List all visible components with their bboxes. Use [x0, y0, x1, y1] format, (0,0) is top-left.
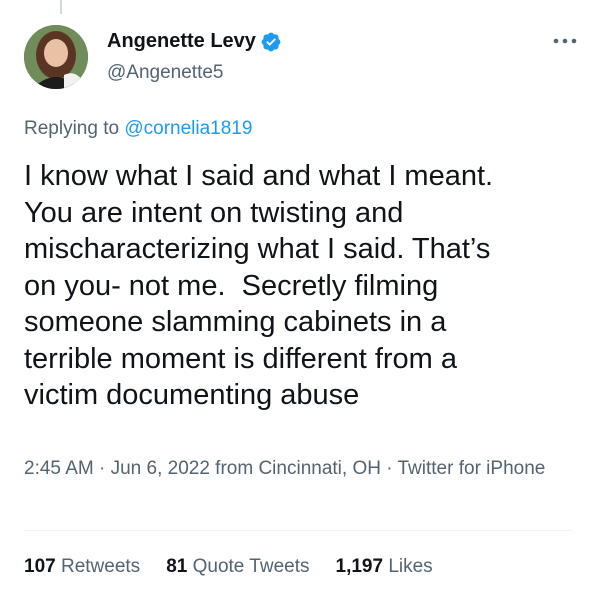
divider	[24, 530, 572, 531]
author-handle[interactable]: @Angenette5	[107, 62, 224, 84]
author-display-name[interactable]: Angenette Levy	[107, 30, 256, 53]
quote-tweets-label: Quote Tweets	[187, 556, 310, 577]
more-options-icon[interactable]	[552, 36, 578, 46]
tweet-timestamp-source[interactable]: 2:45 AM · Jun 6, 2022 from Cincinnati, O…	[24, 455, 564, 482]
retweets-label: Retweets	[55, 556, 141, 577]
replying-prefix: Replying to	[24, 118, 125, 139]
thread-connector-line	[60, 0, 62, 14]
verified-badge-icon	[261, 32, 281, 51]
reply-to-handle-link[interactable]: @cornelia1819	[124, 118, 252, 139]
tweet-text: I know what I said and what I meant. You…	[24, 160, 494, 411]
replying-to-line: Replying to @cornelia1819	[24, 118, 252, 140]
engagement-stats: 107 Retweets 81 Quote Tweets 1,197 Likes	[24, 556, 459, 578]
retweets-count: 107	[24, 556, 56, 577]
avatar[interactable]	[24, 25, 88, 89]
likes-label: Likes	[383, 556, 433, 577]
likes-stat[interactable]: 1,197 Likes	[336, 556, 433, 578]
retweets-stat[interactable]: 107 Retweets	[24, 556, 140, 578]
profile-photo	[24, 25, 88, 89]
quote-tweets-stat[interactable]: 81 Quote Tweets	[166, 556, 309, 578]
quote-tweets-count: 81	[166, 556, 188, 577]
likes-count: 1,197	[335, 556, 384, 577]
